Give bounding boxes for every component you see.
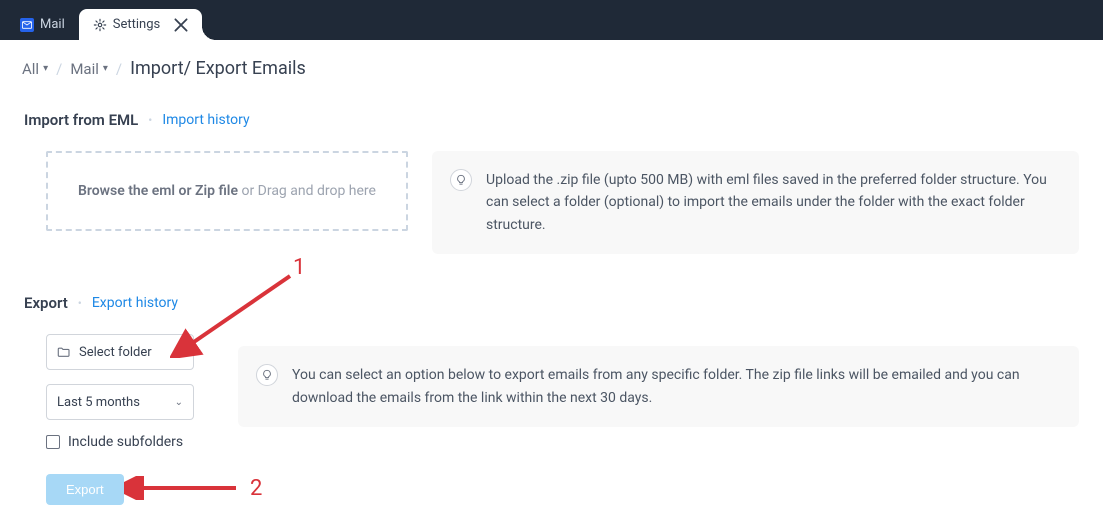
tab-mail[interactable]: Mail	[6, 9, 79, 40]
lightbulb-icon	[450, 169, 472, 191]
tab-settings[interactable]: Settings	[79, 9, 202, 40]
include-subfolders-label: Include subfolders	[68, 434, 183, 450]
export-heading: Export	[24, 294, 68, 312]
period-dropdown[interactable]: Last 5 months ⌄	[46, 384, 194, 420]
import-history-link[interactable]: Import history	[162, 112, 249, 128]
tab-mail-label: Mail	[40, 17, 65, 32]
chevron-down-icon: ▾	[43, 63, 48, 74]
import-heading: Import from EML	[24, 111, 138, 129]
gear-icon	[93, 18, 107, 32]
close-icon[interactable]	[174, 18, 188, 32]
dropzone-browse-text: Browse the eml or Zip file	[78, 183, 238, 199]
export-section-header: Export • Export history	[24, 294, 1079, 312]
chevron-down-icon: ⌄	[175, 347, 183, 358]
lightbulb-icon	[256, 364, 278, 386]
chevron-down-icon: ▾	[103, 63, 108, 74]
window-tab-bar: Mail Settings	[0, 0, 1103, 40]
tab-settings-label: Settings	[113, 17, 160, 32]
separator-dot: •	[148, 113, 152, 127]
separator-dot: •	[78, 296, 82, 310]
breadcrumb: All ▾ / Mail ▾ / Import/ Export Emails	[0, 40, 1103, 97]
import-tip-box: Upload the .zip file (upto 500 MB) with …	[432, 151, 1079, 254]
export-history-link[interactable]: Export history	[92, 295, 178, 311]
select-folder-dropdown[interactable]: Select folder ⌄	[46, 334, 194, 370]
import-section-header: Import from EML • Import history	[24, 111, 1079, 129]
breadcrumb-mail-label: Mail	[70, 60, 99, 78]
include-subfolders-checkbox[interactable]: Include subfolders	[46, 434, 214, 450]
breadcrumb-all-label: All	[22, 60, 39, 78]
dropzone-hint-text: or Drag and drop here	[238, 183, 376, 199]
period-value: Last 5 months	[57, 395, 140, 410]
folder-icon	[57, 346, 71, 358]
export-button[interactable]: Export	[46, 474, 124, 505]
export-tip-text: You can select an option below to export…	[292, 364, 1061, 409]
breadcrumb-separator: /	[116, 60, 122, 78]
export-tip-box: You can select an option below to export…	[238, 346, 1079, 427]
checkbox-box-icon	[46, 435, 60, 449]
page-title: Import/ Export Emails	[130, 58, 306, 79]
mail-icon	[20, 18, 34, 32]
breadcrumb-all[interactable]: All ▾	[22, 60, 48, 78]
export-controls-column: Select folder ⌄ Last 5 months ⌄ Include …	[46, 334, 214, 505]
select-folder-label: Select folder	[79, 345, 152, 360]
upload-dropzone[interactable]: Browse the eml or Zip file or Drag and d…	[46, 151, 408, 231]
import-tip-text: Upload the .zip file (upto 500 MB) with …	[486, 169, 1061, 236]
chevron-down-icon: ⌄	[175, 397, 183, 408]
breadcrumb-separator: /	[56, 60, 62, 78]
breadcrumb-mail[interactable]: Mail ▾	[70, 60, 108, 78]
